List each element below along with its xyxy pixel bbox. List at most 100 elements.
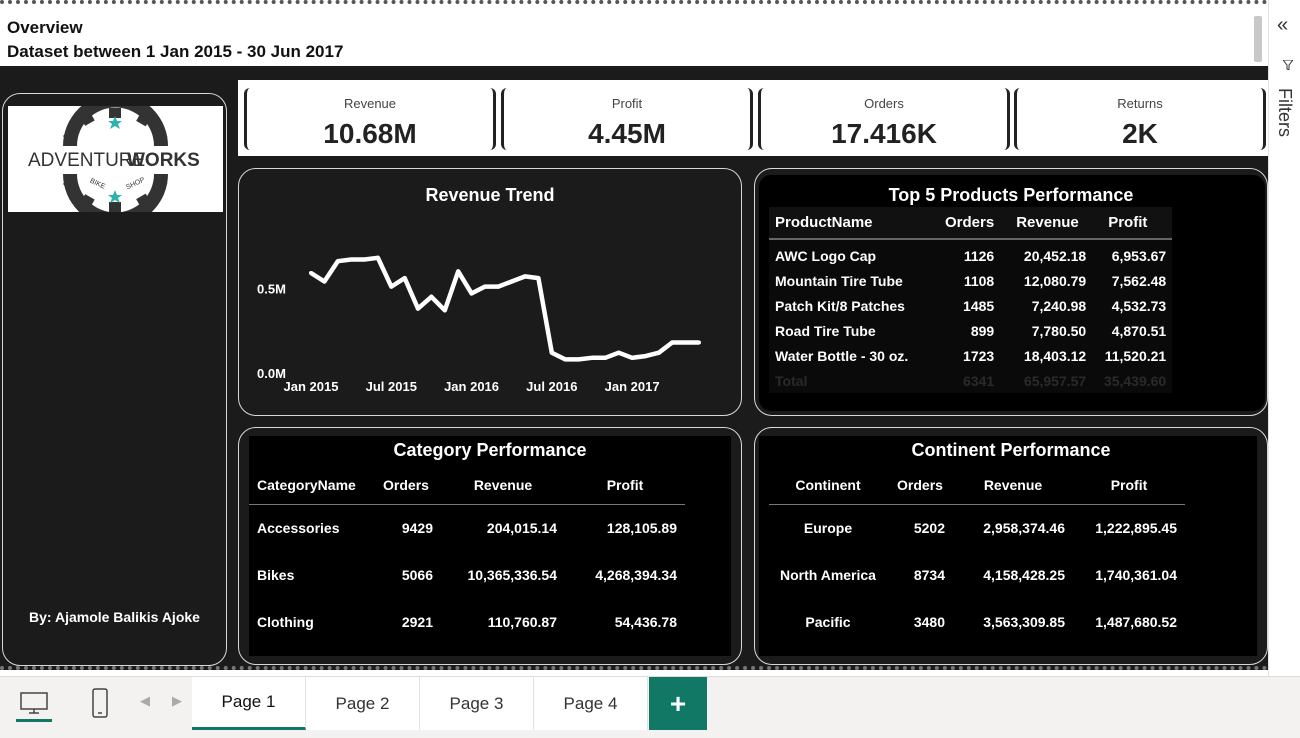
report-header: Overview Dataset between 1 Jan 2015 - 30…	[0, 0, 1268, 66]
revenue-point[interactable]	[643, 354, 648, 359]
header-scrollbar[interactable]	[1254, 16, 1262, 62]
filters-pane[interactable]: « Filters	[1268, 0, 1300, 676]
revenue-point[interactable]	[389, 284, 394, 289]
category-performance-panel[interactable]: Category Performance CategoryName Orders…	[238, 427, 742, 665]
revenue-point[interactable]	[523, 274, 528, 279]
revenue-series-line[interactable]	[309, 255, 699, 362]
revenue-point[interactable]	[309, 271, 313, 276]
cell-product: AWC Logo Cap	[769, 239, 939, 268]
kpi-label: Profit	[611, 96, 643, 111]
cell-total-orders: 6341	[939, 368, 1001, 393]
column-header[interactable]: Revenue	[441, 466, 565, 505]
revenue-point[interactable]	[496, 284, 501, 289]
kpi-label: Revenue	[343, 96, 397, 111]
column-header[interactable]: Revenue	[1000, 207, 1093, 240]
tab-page-1[interactable]: Page 1	[192, 677, 306, 730]
cell-profit: 54,436.78	[614, 613, 677, 630]
table-row[interactable]: Water Bottle - 30 oz. 1723 18,403.12 11,…	[769, 343, 1173, 368]
revenue-point[interactable]	[482, 284, 487, 289]
category-title: Category Performance	[393, 440, 587, 460]
top-products-panel[interactable]: Top 5 Products Performance ProductName O…	[754, 168, 1268, 416]
x-tick-label: Jan 2017	[605, 379, 660, 394]
prev-page-arrow-icon[interactable]: ◀	[140, 693, 150, 709]
table-row[interactable]: Europe 5202 2,958,374.46 1,222,895.45	[769, 504, 1185, 551]
revenue-point[interactable]	[349, 257, 354, 262]
revenue-point[interactable]	[536, 276, 541, 281]
x-tick-label: Jan 2016	[444, 379, 499, 394]
table-row[interactable]: Clothing 2921 110,760.87 54,436.78	[249, 598, 685, 645]
tab-page-3[interactable]: Page 3	[420, 677, 534, 730]
column-header[interactable]: Revenue	[953, 466, 1073, 505]
table-row[interactable]: Road Tire Tube 899 7,780.50 4,870.51	[769, 318, 1173, 343]
mobile-layout-icon[interactable]	[80, 683, 120, 723]
tab-page-4[interactable]: Page 4	[534, 677, 648, 730]
column-header[interactable]: Profit	[565, 466, 685, 505]
kpi-revenue-card[interactable]: Revenue 10.68M	[244, 88, 496, 150]
cell-revenue: 12,080.79	[1000, 268, 1093, 293]
table-row[interactable]: Patch Kit/8 Patches 1485 7,240.98 4,532.…	[769, 293, 1173, 318]
revenue-point[interactable]	[576, 357, 581, 362]
revenue-point[interactable]	[563, 357, 568, 362]
column-header[interactable]: Orders	[371, 466, 441, 505]
revenue-point[interactable]	[630, 355, 635, 360]
column-header[interactable]: ProductName	[769, 207, 939, 240]
revenue-point[interactable]	[616, 350, 621, 355]
cell-revenue: 204,015.14	[486, 519, 557, 536]
cell-revenue: 18,403.12	[1000, 343, 1093, 368]
revenue-point[interactable]	[335, 259, 340, 264]
revenue-point[interactable]	[589, 355, 594, 360]
revenue-trend-chart[interactable]: 0.0M 0.5M Jan 2015 Jul 2015 Jan 2016 Jul 2016…	[239, 169, 742, 416]
revenue-trend-panel[interactable]: Revenue Trend 0.0M 0.5M Jan 2015 Jul 2015 Ja…	[238, 168, 742, 416]
next-page-arrow-icon[interactable]: ▶	[172, 693, 182, 709]
top-products-table[interactable]: ProductName Orders Revenue Profit AWC Lo…	[769, 207, 1173, 393]
revenue-point[interactable]	[670, 340, 675, 345]
column-header[interactable]: Continent	[769, 466, 887, 505]
revenue-point[interactable]	[656, 350, 661, 355]
revenue-point[interactable]	[416, 306, 421, 311]
tab-page-2[interactable]: Page 2	[306, 677, 420, 730]
continent-table[interactable]: Continent Orders Revenue Profit Europe 5…	[769, 466, 1185, 645]
cell-revenue: 20,452.18	[1000, 239, 1093, 268]
add-page-button[interactable]: +	[649, 677, 707, 730]
filters-label[interactable]: Filters	[1274, 88, 1295, 137]
revenue-point[interactable]	[362, 257, 367, 262]
continent-performance-panel[interactable]: Continent Performance Continent Orders R…	[754, 427, 1268, 665]
cell-profit: 1,222,895.45	[1095, 519, 1177, 536]
table-row[interactable]: Pacific 3480 3,563,309.85 1,487,680.52	[769, 598, 1185, 645]
category-table[interactable]: CategoryName Orders Revenue Profit Acces…	[249, 466, 685, 645]
table-row[interactable]: Bikes 5066 10,365,336.54 4,268,394.34	[249, 551, 685, 598]
cell-orders: 8734	[913, 566, 945, 583]
column-header[interactable]: Profit	[1073, 466, 1185, 505]
desktop-layout-icon[interactable]	[14, 683, 54, 723]
cell-revenue: 7,780.50	[1000, 318, 1093, 343]
revenue-point[interactable]	[402, 276, 407, 281]
revenue-point[interactable]	[456, 269, 461, 274]
revenue-point[interactable]	[375, 255, 380, 260]
kpi-value: 4.45M	[588, 118, 666, 149]
column-header[interactable]: Profit	[1092, 207, 1173, 240]
revenue-point[interactable]	[549, 350, 554, 355]
column-header[interactable]: Orders	[887, 466, 953, 505]
column-header[interactable]: Orders	[939, 207, 1001, 240]
table-row[interactable]: Mountain Tire Tube 1108 12,080.79 7,562.…	[769, 268, 1173, 293]
column-header[interactable]: CategoryName	[249, 466, 371, 505]
table-row[interactable]: AWC Logo Cap 1126 20,452.18 6,953.67	[769, 239, 1173, 268]
revenue-point[interactable]	[469, 291, 474, 296]
revenue-point[interactable]	[322, 279, 327, 284]
revenue-point[interactable]	[697, 340, 701, 345]
revenue-point[interactable]	[683, 340, 688, 345]
kpi-returns-card[interactable]: Returns 2K	[1014, 88, 1266, 150]
table-row[interactable]: Accessories 9429 204,015.14 128,105.89	[249, 504, 685, 551]
collapse-chevron-icon[interactable]: «	[1277, 14, 1288, 37]
revenue-point[interactable]	[603, 355, 608, 360]
table-row[interactable]: North America 8734 4,158,428.25 1,740,36…	[769, 551, 1185, 598]
cell-total-profit: 35,439.60	[1092, 368, 1173, 393]
revenue-point[interactable]	[509, 279, 514, 284]
kpi-profit-card[interactable]: Profit 4.45M	[501, 88, 753, 150]
cell-revenue: 110,760.87	[487, 613, 557, 630]
cell-profit: 4,532.73	[1092, 293, 1173, 318]
revenue-point[interactable]	[429, 294, 434, 299]
revenue-point[interactable]	[442, 308, 447, 313]
cell-category: Clothing	[257, 613, 314, 630]
kpi-orders-card[interactable]: Orders 17.416K	[758, 88, 1010, 150]
